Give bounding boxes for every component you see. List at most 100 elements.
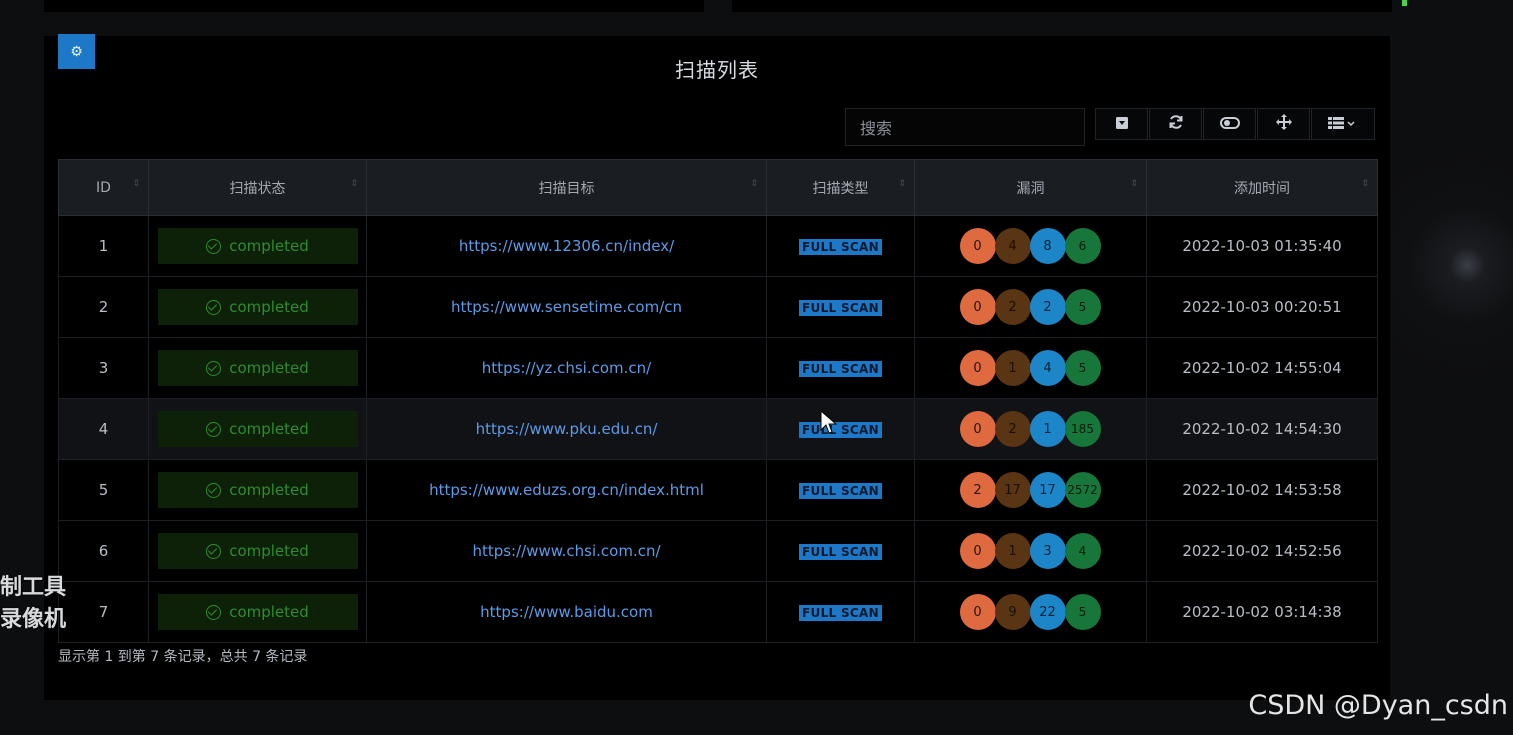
columns-icon	[1328, 115, 1358, 134]
vuln-high-count[interactable]: 1	[994, 533, 1031, 569]
column-header-status[interactable]: 扫描状态 ⇕	[148, 159, 367, 216]
vuln-medium-count[interactable]: 2	[1029, 289, 1066, 325]
vuln-low-count[interactable]: 2572	[1064, 472, 1101, 508]
vuln-critical-count[interactable]: 0	[959, 533, 996, 569]
cell-added-time: 2022-10-02 14:54:30	[1146, 398, 1378, 460]
column-header-added[interactable]: 添加时间 ⇕	[1146, 159, 1378, 216]
vuln-critical-count[interactable]: 2	[959, 472, 996, 508]
cell-added-time: 2022-10-03 01:35:40	[1146, 215, 1378, 277]
vuln-critical-count[interactable]: 0	[959, 594, 996, 630]
cell-status: completed	[148, 215, 367, 277]
toggle-view-button[interactable]	[1203, 108, 1256, 140]
search-placeholder: 搜索	[860, 119, 893, 138]
table-row[interactable]: 3 completed https://yz.chsi.com.cn/ FULL…	[58, 337, 1378, 399]
table-row[interactable]: 4 completed https://www.pku.edu.cn/ FULL…	[58, 398, 1378, 460]
refresh-icon	[1168, 114, 1184, 134]
vuln-low-count[interactable]: 5	[1064, 289, 1101, 325]
vuln-critical-count[interactable]: 0	[959, 350, 996, 386]
cell-type: FULL SCAN	[766, 459, 915, 521]
vuln-medium-count[interactable]: 8	[1029, 228, 1066, 264]
table-header-row: ID ⇕ 扫描状态 ⇕ 扫描目标 ⇕ 扫描类型 ⇕ 漏洞 ⇕ 添加时间 ⇕	[58, 159, 1378, 216]
vuln-high-count[interactable]: 1	[994, 350, 1031, 386]
target-link[interactable]: https://www.baidu.com	[480, 603, 653, 621]
vuln-low-count[interactable]: 4	[1064, 533, 1101, 569]
vuln-critical-count[interactable]: 0	[959, 228, 996, 264]
check-circle-icon	[206, 604, 222, 620]
refresh-button[interactable]	[1149, 108, 1202, 140]
cell-id: 2	[58, 276, 149, 338]
csdn-watermark: CSDN @Dyan_csdn	[1248, 690, 1508, 721]
cell-status: completed	[148, 520, 367, 582]
cell-id: 4	[58, 398, 149, 460]
vuln-critical-count[interactable]: 0	[959, 289, 996, 325]
vuln-high-count[interactable]: 17	[994, 472, 1031, 508]
scan-table: ID ⇕ 扫描状态 ⇕ 扫描目标 ⇕ 扫描类型 ⇕ 漏洞 ⇕ 添加时间 ⇕ 1 comple…	[58, 159, 1378, 643]
cell-added-time: 2022-10-02 03:14:38	[1146, 581, 1378, 643]
vuln-counts: 2 17 17 2572	[959, 472, 1101, 508]
cell-target: https://www.baidu.com	[366, 581, 767, 643]
table-row[interactable]: 5 completed https://www.eduzs.org.cn/ind…	[58, 459, 1378, 521]
target-link[interactable]: https://www.eduzs.org.cn/index.html	[429, 481, 704, 499]
target-link[interactable]: https://www.chsi.com.cn/	[472, 542, 660, 560]
cell-type: FULL SCAN	[766, 337, 915, 399]
cell-status: completed	[148, 581, 367, 643]
cell-type: FULL SCAN	[766, 398, 915, 460]
table-row[interactable]: 6 completed https://www.chsi.com.cn/ FUL…	[58, 520, 1378, 582]
sort-icon: ⇕	[350, 179, 358, 189]
search-input[interactable]: 搜索	[845, 108, 1085, 146]
cell-added-time: 2022-10-03 00:20:51	[1146, 276, 1378, 338]
fullscreen-button[interactable]	[1257, 108, 1310, 140]
vuln-medium-count[interactable]: 22	[1029, 594, 1066, 630]
check-circle-icon	[206, 543, 222, 559]
vuln-medium-count[interactable]: 4	[1029, 350, 1066, 386]
table-row[interactable]: 1 completed https://www.12306.cn/index/ …	[58, 215, 1378, 277]
vuln-medium-count[interactable]: 3	[1029, 533, 1066, 569]
cell-added-time: 2022-10-02 14:53:58	[1146, 459, 1378, 521]
target-link[interactable]: https://www.12306.cn/index/	[459, 237, 674, 255]
cell-target: https://www.chsi.com.cn/	[366, 520, 767, 582]
watermark-line: 制工具	[0, 575, 67, 600]
collapse-icon	[1115, 115, 1129, 134]
vuln-high-count[interactable]: 9	[994, 594, 1031, 630]
column-header-vulns[interactable]: 漏洞 ⇕	[914, 159, 1147, 216]
vuln-high-count[interactable]: 2	[994, 411, 1031, 447]
vuln-low-count[interactable]: 5	[1064, 350, 1101, 386]
table-row[interactable]: 7 completed https://www.baidu.com FULL S…	[58, 581, 1378, 643]
column-header-target[interactable]: 扫描目标 ⇕	[366, 159, 767, 216]
vuln-low-count[interactable]: 5	[1064, 594, 1101, 630]
columns-button[interactable]	[1311, 108, 1375, 140]
cell-target: https://www.sensetime.com/cn	[366, 276, 767, 338]
column-header-type[interactable]: 扫描类型 ⇕	[766, 159, 915, 216]
sort-icon: ⇕	[898, 179, 906, 189]
cell-status: completed	[148, 276, 367, 338]
cell-target: https://www.eduzs.org.cn/index.html	[366, 459, 767, 521]
vuln-low-count[interactable]: 6	[1064, 228, 1101, 264]
status-badge: completed	[157, 594, 358, 630]
cell-id: 7	[58, 581, 149, 643]
vuln-medium-count[interactable]: 1	[1029, 411, 1066, 447]
target-link[interactable]: https://yz.chsi.com.cn/	[482, 359, 651, 377]
vuln-critical-count[interactable]: 0	[959, 411, 996, 447]
vuln-high-count[interactable]: 4	[994, 228, 1031, 264]
vuln-counts: 0 2 1 185	[959, 411, 1101, 447]
cell-vulns: 0 2 1 185	[914, 398, 1147, 460]
cell-type: FULL SCAN	[766, 581, 915, 643]
column-header-id[interactable]: ID ⇕	[58, 159, 149, 216]
vuln-medium-count[interactable]: 17	[1029, 472, 1066, 508]
vuln-high-count[interactable]: 2	[994, 289, 1031, 325]
target-link[interactable]: https://www.sensetime.com/cn	[451, 298, 682, 316]
check-circle-icon	[206, 482, 222, 498]
scan-type-badge: FULL SCAN	[799, 422, 882, 438]
indicator-dot	[1402, 0, 1407, 6]
check-circle-icon	[206, 360, 222, 376]
cell-vulns: 0 4 8 6	[914, 215, 1147, 277]
table-row[interactable]: 2 completed https://www.sensetime.com/cn…	[58, 276, 1378, 338]
watermark-line: 录像机	[0, 607, 67, 632]
vuln-low-count[interactable]: 185	[1064, 411, 1101, 447]
vuln-counts: 0 2 2 5	[959, 289, 1101, 325]
cell-type: FULL SCAN	[766, 276, 915, 338]
check-circle-icon	[206, 299, 222, 315]
target-link[interactable]: https://www.pku.edu.cn/	[476, 420, 658, 438]
background-strip	[732, 0, 1400, 12]
collapse-button[interactable]	[1095, 108, 1148, 140]
